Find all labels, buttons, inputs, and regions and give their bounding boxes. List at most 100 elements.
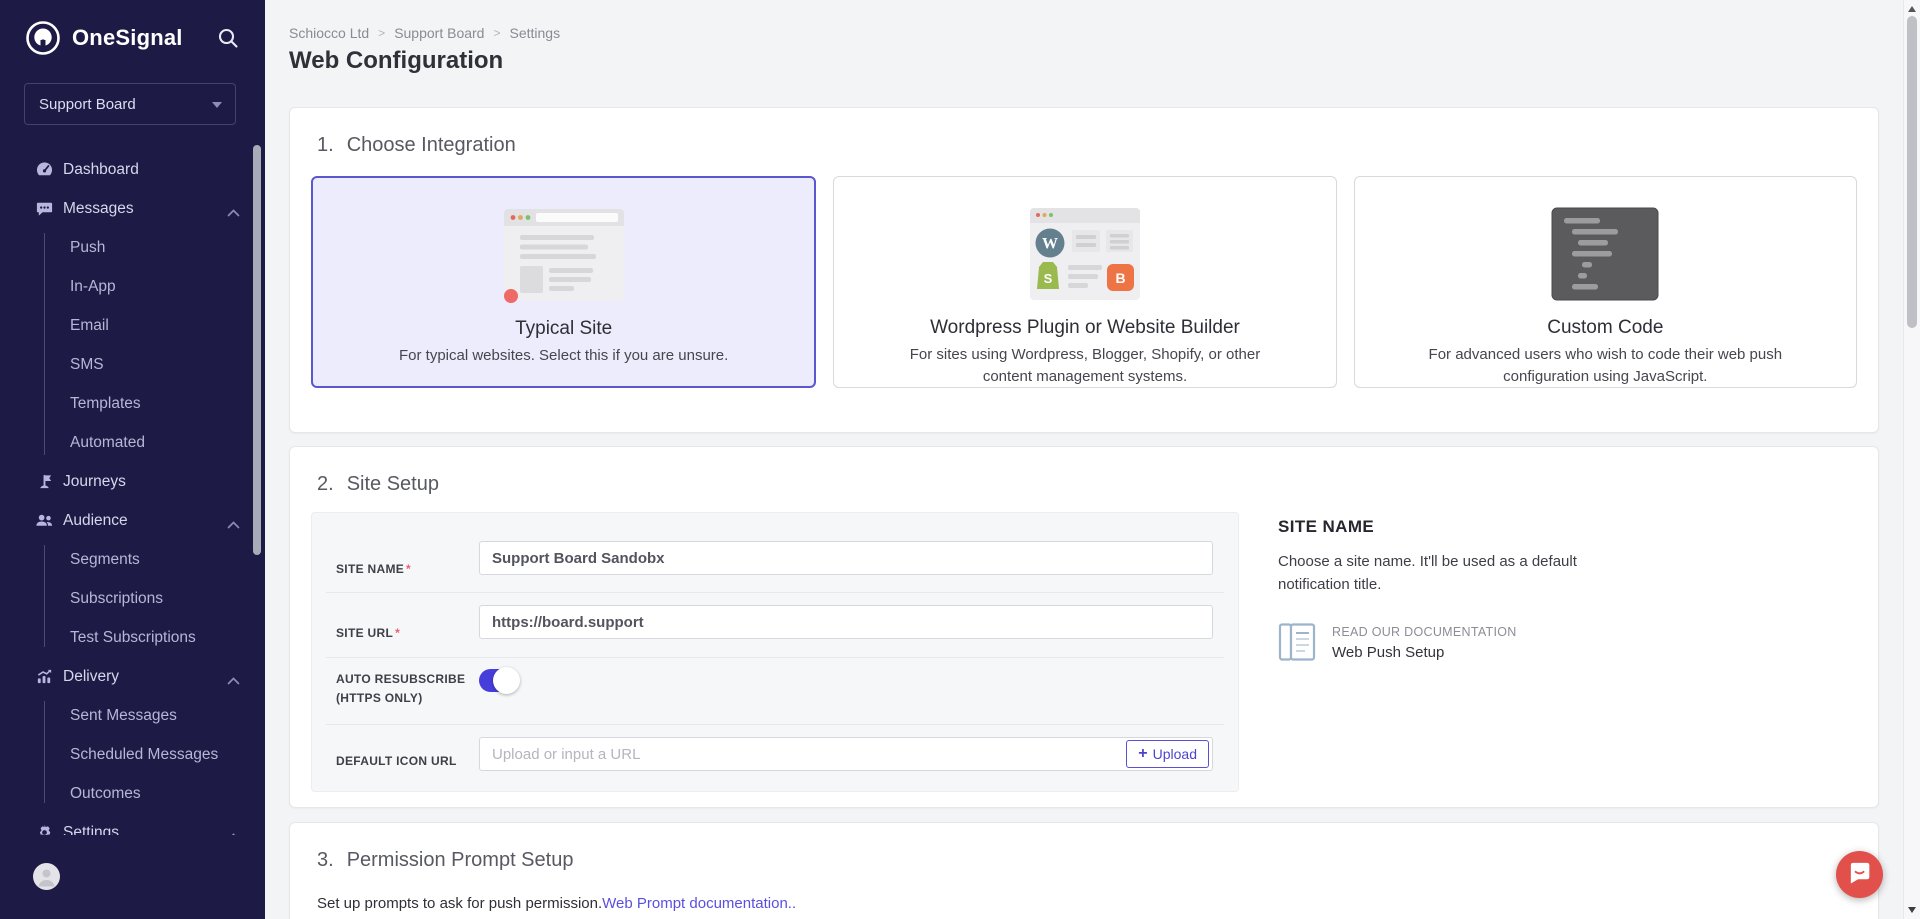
sidebar-item-settings[interactable]: Settings	[0, 813, 265, 835]
plus-icon: +	[1138, 745, 1147, 763]
sidebar: OneSignal Support Board Dashboard Messag…	[0, 0, 265, 919]
upload-button[interactable]: + Upload	[1126, 740, 1209, 768]
brand-name: OneSignal	[72, 25, 183, 51]
sidebar-item-outcomes[interactable]: Outcomes	[0, 774, 265, 813]
sidebar-item-email[interactable]: Email	[0, 306, 265, 345]
brand-header: OneSignal	[24, 17, 247, 59]
sidebar-item-dashboard[interactable]: Dashboard	[0, 150, 265, 189]
form-row-divider	[326, 592, 1224, 593]
app-selector-dropdown[interactable]: Support Board	[24, 83, 236, 125]
integration-card-title: Wordpress Plugin or Website Builder	[834, 317, 1335, 339]
sidebar-item-templates[interactable]: Templates	[0, 384, 265, 423]
sidebar-item-sms[interactable]: SMS	[0, 345, 265, 384]
form-row-divider	[326, 657, 1224, 658]
sidebar-item-audience[interactable]: Audience	[0, 501, 265, 540]
permission-prompt-section: 3. Permission Prompt Setup Set up prompt…	[289, 822, 1879, 919]
sidebar-item-sent-messages[interactable]: Sent Messages	[0, 696, 265, 735]
sidebar-item-segments[interactable]: Segments	[0, 540, 265, 579]
page-title: Web Configuration	[289, 47, 503, 75]
permission-prompt-body: Set up prompts to ask for push permissio…	[317, 895, 796, 912]
breadcrumb-separator: >	[493, 26, 500, 40]
sidebar-item-label: In-App	[70, 278, 116, 296]
breadcrumb-org[interactable]: Schiocco Ltd	[289, 25, 369, 41]
sidebar-scrollbar-thumb[interactable]	[253, 145, 261, 555]
sidebar-item-scheduled-messages[interactable]: Scheduled Messages	[0, 735, 265, 774]
default-icon-url-input[interactable]	[479, 737, 1213, 771]
chart-icon	[34, 667, 54, 687]
scroll-down-arrow-icon[interactable]	[1908, 907, 1916, 913]
onesignal-bell-logo-icon[interactable]	[24, 19, 62, 57]
integration-card-description: For advanced users who wish to code thei…	[1405, 344, 1806, 388]
chevron-up-icon	[227, 672, 240, 690]
site-setup-section: 2. Site Setup SITE NAME* SITE URL* AUTO …	[289, 446, 1879, 808]
site-name-label: SITE NAME*	[336, 562, 411, 576]
required-marker: *	[406, 562, 411, 576]
section-label: Permission Prompt Setup	[347, 849, 574, 872]
documentation-book-icon	[1278, 622, 1316, 662]
integration-card-custom-code[interactable]: Custom Code For advanced users who wish …	[1354, 176, 1857, 388]
sidebar-item-label: Delivery	[63, 668, 119, 686]
documentation-row: READ OUR DOCUMENTATION Web Push Setup	[1278, 622, 1708, 662]
sidebar-item-label: Outcomes	[70, 785, 141, 803]
page-scrollbar-thumb[interactable]	[1907, 16, 1917, 328]
default-icon-url-label: DEFAULT ICON URL	[336, 754, 457, 768]
sidebar-item-messages[interactable]: Messages	[0, 189, 265, 228]
sidebar-item-delivery[interactable]: Delivery	[0, 657, 265, 696]
section-label: Site Setup	[347, 473, 439, 496]
sidebar-item-label: Journeys	[63, 473, 126, 491]
app-selector-value: Support Board	[39, 96, 136, 113]
chevron-up-icon	[227, 516, 240, 534]
sidebar-item-label: Automated	[70, 434, 145, 452]
sidebar-item-push[interactable]: Push	[0, 228, 265, 267]
breadcrumb-separator: >	[378, 26, 385, 40]
sidebar-item-label: SMS	[70, 356, 104, 374]
sidebar-item-label: Test Subscriptions	[70, 629, 196, 647]
main-content: Schiocco Ltd > Support Board > Settings …	[265, 0, 1920, 919]
chat-support-button[interactable]	[1836, 851, 1883, 898]
web-prompt-documentation-link[interactable]: Web Prompt documentation..	[602, 895, 796, 912]
sidebar-item-automated[interactable]: Automated	[0, 423, 265, 462]
toggle-knob	[493, 667, 520, 694]
sidebar-item-label: Scheduled Messages	[70, 746, 218, 764]
sidebar-item-test-subscriptions[interactable]: Test Subscriptions	[0, 618, 265, 657]
sidebar-item-label: Settings	[63, 824, 119, 836]
auto-resubscribe-toggle[interactable]	[479, 669, 517, 692]
gauge-icon	[34, 160, 54, 180]
people-icon	[34, 511, 54, 531]
browser-window-illustration	[313, 204, 814, 314]
integration-card-typical-site[interactable]: Typical Site For typical websites. Selec…	[311, 176, 816, 388]
search-icon[interactable]	[215, 25, 241, 51]
auto-resubscribe-label: AUTO RESUBSCRIBE (HTTPS ONLY)	[336, 670, 465, 707]
scroll-up-arrow-icon[interactable]	[1908, 6, 1916, 12]
sidebar-footer	[0, 845, 265, 919]
breadcrumb-app[interactable]: Support Board	[394, 25, 484, 41]
web-push-setup-link[interactable]: Web Push Setup	[1332, 644, 1517, 661]
integration-options: Typical Site For typical websites. Selec…	[311, 176, 1857, 388]
code-editor-illustration	[1355, 203, 1856, 313]
sidebar-item-label: Templates	[70, 395, 141, 413]
site-url-input[interactable]	[479, 605, 1213, 639]
help-heading: SITE NAME	[1278, 517, 1708, 537]
sidebar-item-journeys[interactable]: Journeys	[0, 462, 265, 501]
chat-bubble-icon	[34, 199, 54, 219]
sidebar-item-in-app[interactable]: In-App	[0, 267, 265, 306]
help-body: Choose a site name. It'll be used as a d…	[1278, 551, 1628, 596]
section-number: 2.	[317, 473, 334, 496]
page-scrollbar	[1903, 0, 1920, 919]
site-name-input[interactable]	[479, 541, 1213, 575]
cms-logos-illustration: W S B	[834, 203, 1335, 313]
section-title: 1. Choose Integration	[317, 134, 516, 157]
sidebar-item-label: Email	[70, 317, 109, 335]
section-number: 3.	[317, 849, 334, 872]
sidebar-item-label: Segments	[70, 551, 140, 569]
chevron-up-icon	[227, 204, 240, 222]
integration-card-description: For sites using Wordpress, Blogger, Shop…	[884, 344, 1285, 388]
sidebar-item-subscriptions[interactable]: Subscriptions	[0, 579, 265, 618]
documentation-label: READ OUR DOCUMENTATION	[1332, 625, 1517, 639]
sidebar-item-label: Dashboard	[63, 161, 139, 179]
integration-card-wordpress[interactable]: W S B Wordpress Plugin or Websi	[833, 176, 1336, 388]
integration-card-title: Typical Site	[313, 318, 814, 340]
user-avatar[interactable]	[33, 863, 60, 890]
breadcrumb: Schiocco Ltd > Support Board > Settings	[289, 25, 560, 41]
section-title: 2. Site Setup	[317, 473, 439, 496]
